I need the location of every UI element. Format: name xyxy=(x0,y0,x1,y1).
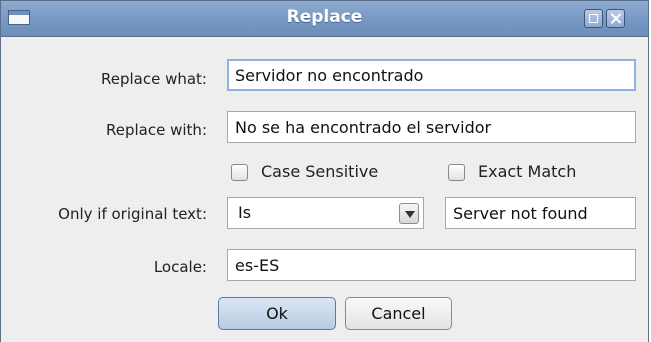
chevron-down-icon[interactable] xyxy=(399,203,419,224)
dialog-title: Replace xyxy=(286,7,363,27)
exact-match-checkbox[interactable] xyxy=(448,164,465,181)
replace-with-input[interactable] xyxy=(227,111,636,143)
original-text-input[interactable] xyxy=(445,197,636,229)
operator-select[interactable]: Is xyxy=(227,197,424,229)
replace-with-label: Replace with: xyxy=(106,121,207,139)
close-icon[interactable] xyxy=(606,9,625,28)
replace-what-label: Replace what: xyxy=(100,70,207,88)
replace-what-input[interactable] xyxy=(227,59,636,91)
restore-icon[interactable] xyxy=(584,9,603,28)
exact-match-label[interactable]: Exact Match xyxy=(478,162,576,181)
locale-input[interactable] xyxy=(227,249,636,281)
case-sensitive-checkbox[interactable] xyxy=(231,164,248,181)
only-if-label: Only if original text: xyxy=(58,205,207,223)
operator-value: Is xyxy=(238,203,252,222)
case-sensitive-label[interactable]: Case Sensitive xyxy=(261,162,378,181)
locale-label: Locale: xyxy=(153,258,207,276)
ok-button[interactable]: Ok xyxy=(218,297,336,330)
title-bar[interactable]: Replace xyxy=(1,1,648,37)
cancel-button[interactable]: Cancel xyxy=(345,297,452,330)
replace-dialog: Replace Replace what: Replace with: Case… xyxy=(0,0,649,342)
